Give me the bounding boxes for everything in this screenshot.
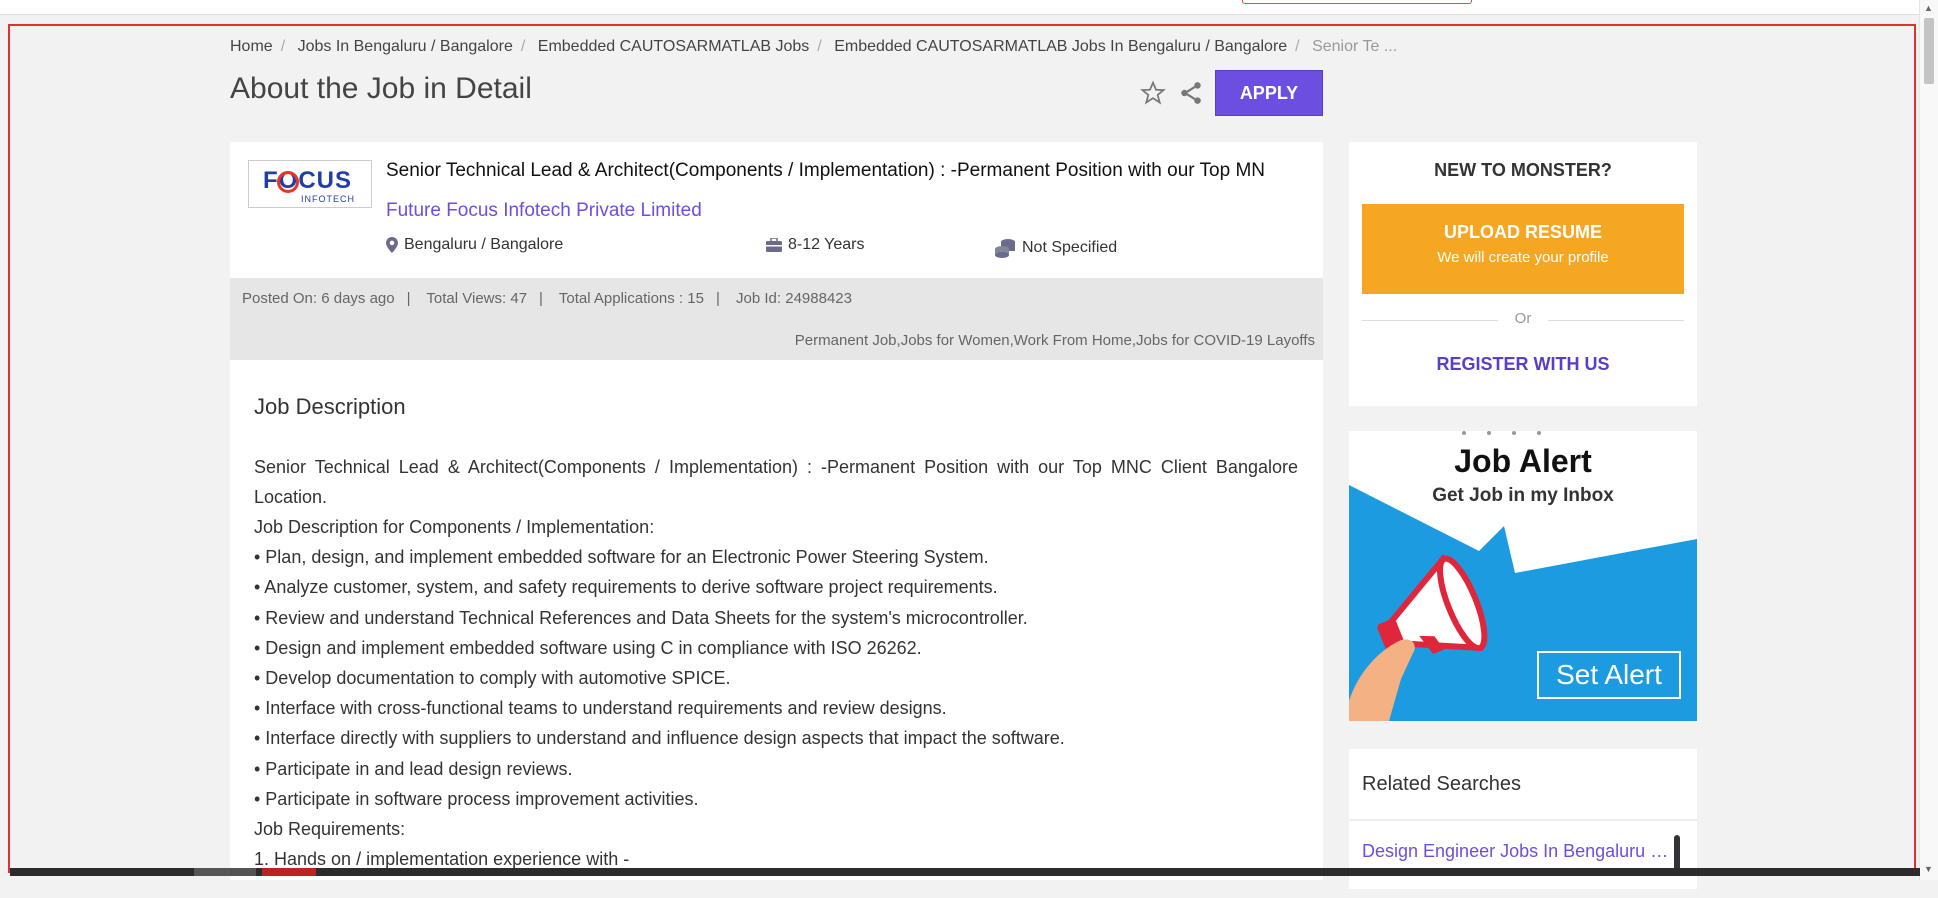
total-applications: Total Applications : 15 [558,290,704,307]
description-line: • Analyze customer, system, and safety r… [254,577,998,598]
job-id: Job Id: 24988423 [736,290,852,307]
breadcrumb-separator: / [280,38,286,55]
job-alert-banner[interactable]: Job Alert Get Job in my Inbox Set Alert [1349,431,1697,721]
bottom-bar [10,868,1920,876]
or-divider: Or [1362,310,1684,327]
description-line: Job Description for Components / Impleme… [254,517,655,537]
salary-text: Not Specified [1022,239,1118,256]
breadcrumb: Home / Jobs In Bengaluru / Bangalore / Emb… [230,38,1397,56]
total-views: Total Views: 47 [426,290,528,307]
related-searches-heading: Related Searches [1362,773,1521,795]
description-line: • Develop documentation to comply with a… [254,667,731,688]
job-description-lead: Senior Technical Lead & Architect(Compon… [254,457,1298,507]
related-divider [1349,819,1697,821]
coins-icon [995,239,1015,258]
job-description-body: Job Description for Components / Impleme… [254,512,1065,874]
description-line: • Interface with cross-functional teams … [254,698,947,719]
description-line: • Review and understand Technical Refere… [254,607,1028,628]
job-tags: Permanent Job,Jobs for Women,Work From H… [794,332,1315,349]
breadcrumb-skill-jobs[interactable]: Embedded CAUTOSARMATLAB Jobs [538,38,810,55]
page-scrollbar[interactable]: ▲ ▼ [1919,0,1938,880]
breadcrumb-city-jobs[interactable]: Jobs In Bengaluru / Bangalore [298,38,513,55]
description-line: • Participate in software process improv… [254,788,699,809]
description-line: • Participate in and lead design reviews… [254,758,573,779]
divider-line [1548,320,1684,321]
apply-button[interactable]: APPLY [1215,70,1323,116]
new-to-monster-heading: NEW TO MONSTER? [1434,160,1612,180]
job-salary: Not Specified [994,238,1117,258]
upload-resume-label: UPLOAD RESUME [1443,222,1602,242]
briefcase-icon [766,238,782,252]
job-experience: 8-12 Years [766,236,865,254]
page-title: About the Job in Detail [230,72,532,105]
upload-resume-sublabel: We will create your profile [1437,249,1609,266]
location-text: Bengaluru / Bangalore [404,236,564,253]
scrollbar-thumb[interactable] [1924,18,1934,84]
experience-text: 8-12 Years [788,236,865,253]
related-search-link[interactable]: Design Engineer Jobs In Bengaluru / Bang… [1362,841,1672,862]
logo-crosshair [277,171,299,193]
scroll-up-icon[interactable]: ▲ [1924,3,1933,13]
breadcrumb-home[interactable]: Home [230,38,273,55]
register-link[interactable]: REGISTER WITH US [1349,354,1697,375]
browser-top-strip [0,0,1920,15]
description-line: Job Requirements: [254,818,406,839]
or-text: Or [1514,310,1532,327]
breadcrumb-separator: / [1295,38,1300,55]
breadcrumb-separator: / [520,38,526,55]
job-location: Bengaluru / Bangalore [386,236,563,254]
job-alert-subtitle: Get Job in my Inbox [1432,485,1614,506]
job-stats-bar: Posted On: 6 days ago | Total Views: 47 | … [230,278,1323,360]
company-logo[interactable]: FOCUS INFOTECH [248,160,372,208]
share-icon[interactable] [1178,80,1204,106]
breadcrumb-current: Senior Te ... [1312,38,1398,55]
breadcrumb-separator: / [817,38,822,55]
star-icon[interactable] [1140,80,1166,106]
logo-subtext: INFOTECH [301,194,355,204]
upload-resume-button[interactable]: UPLOAD RESUME We will create your profil… [1362,204,1684,294]
job-header-card: FOCUS INFOTECH Senior Technical Lead & A… [230,142,1323,278]
description-line: • Plan, design, and implement embedded s… [254,547,989,568]
divider-line [1362,320,1498,321]
description-line: • Interface directly with suppliers to u… [254,728,1065,749]
signup-panel: NEW TO MONSTER? UPLOAD RESUME We will cr… [1349,142,1697,406]
company-name[interactable]: Future Focus Infotech Private Limited [386,200,702,222]
job-alert-title: Job Alert [1454,443,1592,479]
description-line: • Design and implement embedded software… [254,637,922,658]
location-pin-icon [386,237,398,253]
breadcrumb-skill-city-jobs[interactable]: Embedded CAUTOSARMATLAB Jobs In Bengalur… [834,38,1287,55]
stats-separator: | [539,290,543,307]
job-title: Senior Technical Lead & Architect(Compon… [386,160,1266,181]
job-description-section: Job Description Senior Technical Lead & … [230,360,1323,880]
set-alert-button[interactable]: Set Alert [1537,651,1681,699]
top-indicator [1242,0,1472,4]
stats-separator: | [715,290,720,307]
stats-separator: | [406,290,411,307]
job-description-heading: Job Description [254,394,406,419]
scroll-down-icon[interactable]: ▼ [1924,864,1933,874]
bottom-bar-segment [194,868,256,876]
bottom-bar-segment-active [262,868,316,876]
posted-date: Posted On: 6 days ago [242,290,395,307]
